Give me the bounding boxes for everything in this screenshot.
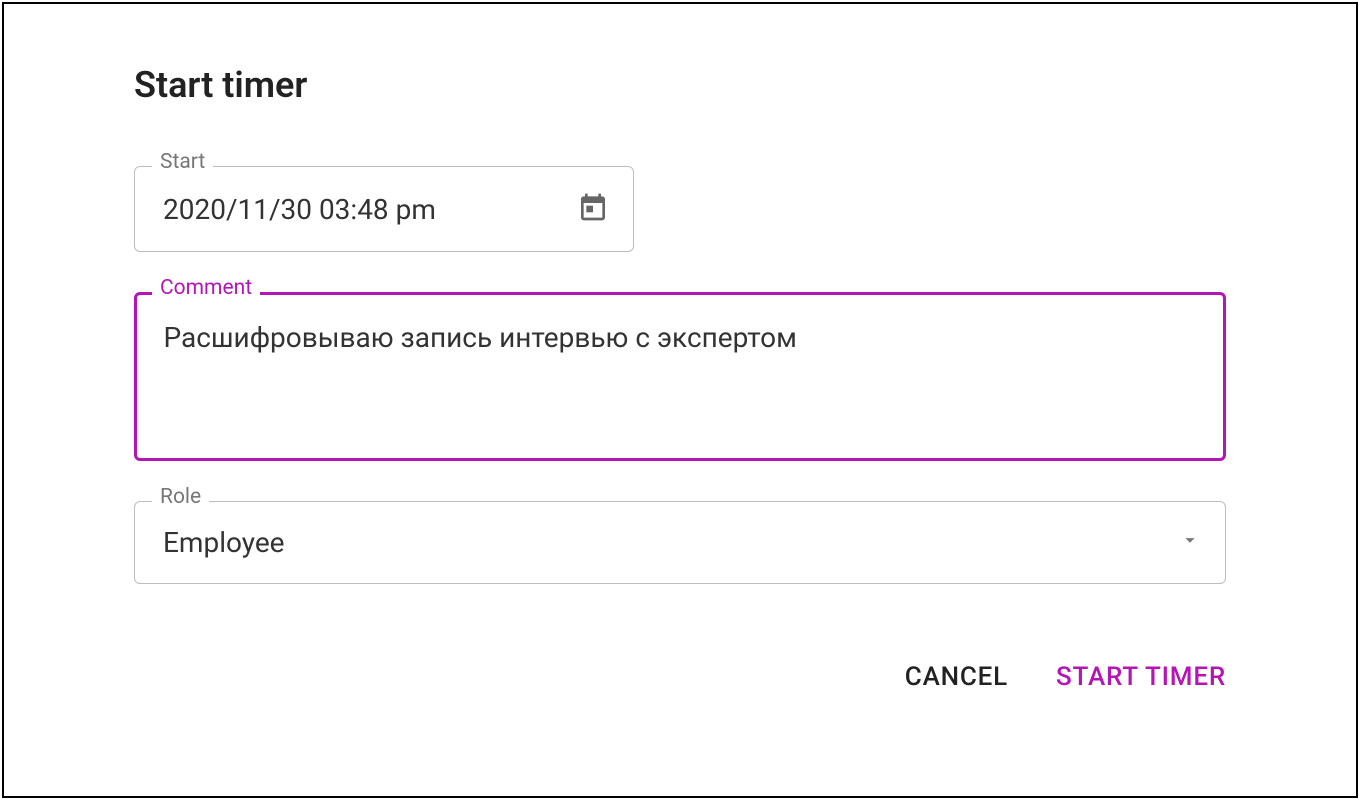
start-input[interactable] [163,193,561,226]
dialog-actions: CANCEL START TIMER [134,654,1226,700]
start-field-label: Start [152,152,213,173]
start-field: Start [134,166,634,252]
role-field-label: Role [152,487,209,508]
chevron-down-icon [1179,529,1201,555]
role-value: Employee [163,526,1179,559]
role-field: Role Employee [134,501,1226,584]
start-timer-dialog: Start timer Start Comment Расшифровываю … [4,4,1356,700]
comment-input[interactable]: Расшифровываю запись интервью с эксперто… [164,318,1201,436]
dialog-frame: Start timer Start Comment Расшифровываю … [2,2,1358,798]
role-select[interactable]: Employee [134,501,1226,584]
comment-field-outline[interactable]: Расшифровываю запись интервью с эксперто… [134,292,1226,461]
comment-field: Comment Расшифровываю запись интервью с … [134,292,1226,461]
dialog-title: Start timer [134,64,1226,106]
calendar-icon[interactable] [577,191,609,227]
comment-field-label: Comment [152,278,260,299]
start-timer-button[interactable]: START TIMER [1056,654,1226,700]
start-field-outline[interactable] [134,166,634,252]
cancel-button[interactable]: CANCEL [905,654,1008,700]
